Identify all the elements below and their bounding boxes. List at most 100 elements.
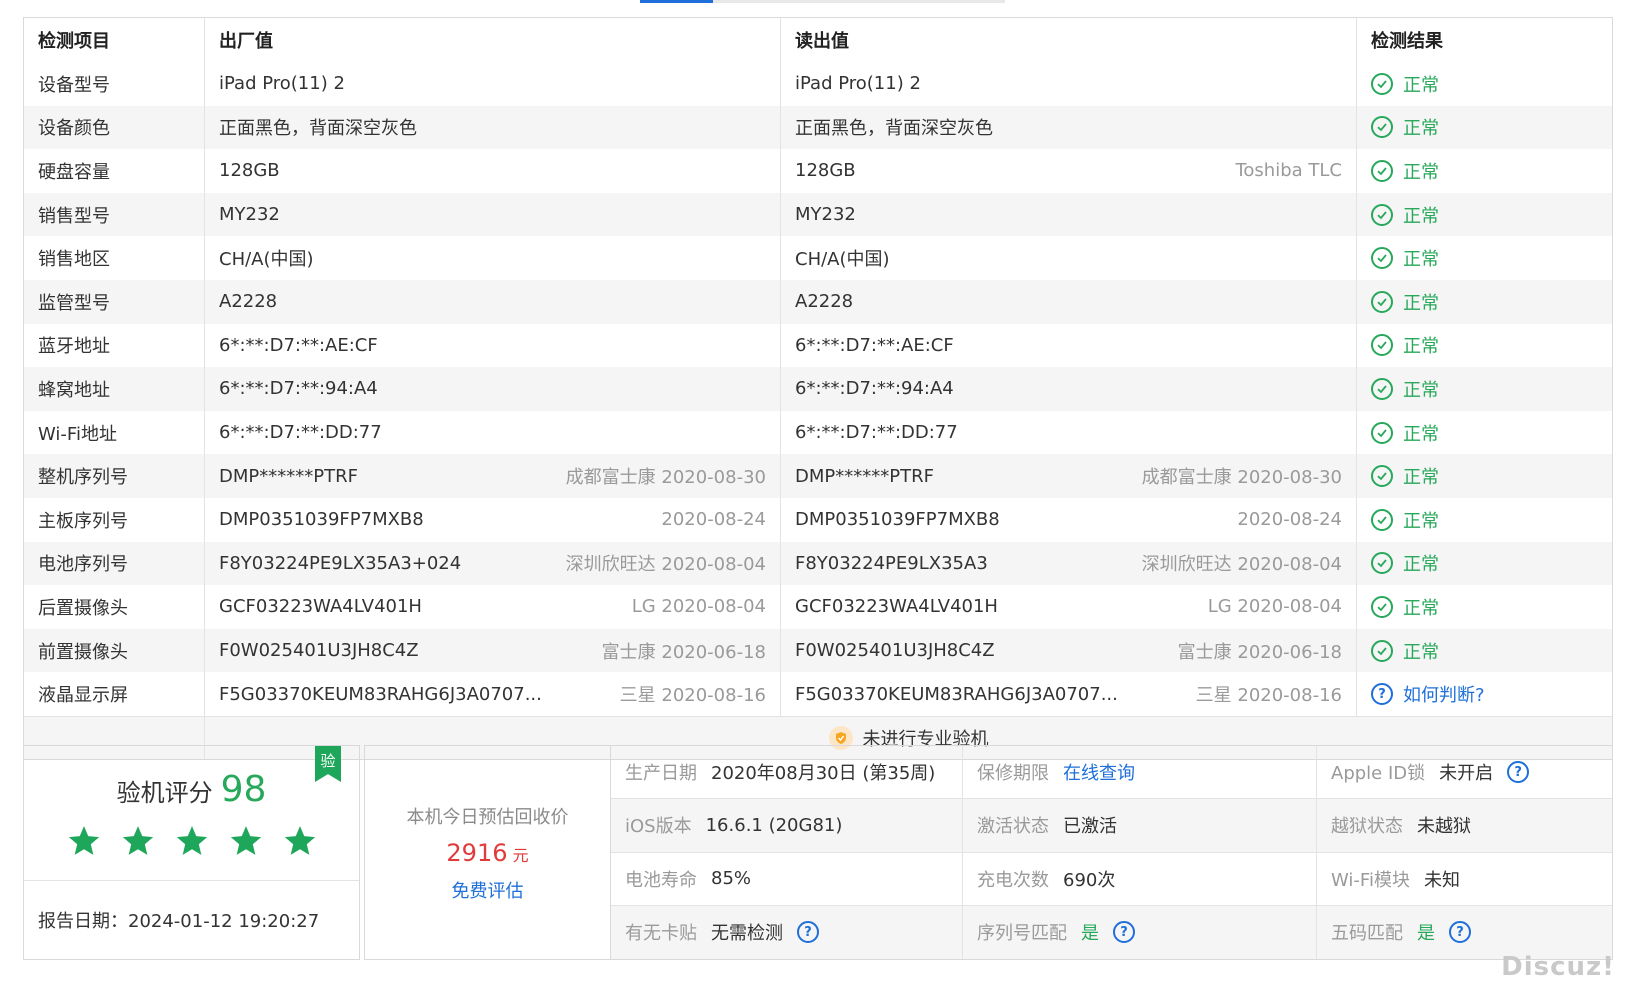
factory-value-cell-value: CH/A(中国) [219,249,314,271]
result-ok: 正常 [1371,463,1439,489]
result-text: 正常 [1403,597,1439,619]
result-cell: 正常 [1357,629,1612,673]
result-cell: 正常 [1357,585,1612,629]
factory-value-cell: F8Y03224PE9LX35A3+024 深圳欣旺达 2020-08-04 [205,541,781,586]
result-text: 正常 [1403,205,1439,227]
read-value-cell: iPad Pro(11) 2 [781,62,1357,106]
row-item: 蓝牙地址 [24,323,205,368]
result-text: 正常 [1403,641,1439,663]
table-row: 主板序列号 DMP0351039FP7MXB8 2020-08-24 DMP03510… [24,497,1612,542]
info-activation: 激活状态 已激活 [963,799,1317,853]
table-row: 后置摄像头 GCF03223WA4LV401H LG 2020-08-04 GCF03… [24,585,1612,629]
score-main: 验机评分 98 [24,746,359,881]
price-value: 2916 [446,838,508,867]
factory-value-cell: DMP0351039FP7MXB8 2020-08-24 [205,497,781,542]
table-row: 销售地区 CH/A(中国) CH/A(中国) 正常 [24,236,1612,280]
table-row: 设备型号 iPad Pro(11) 2 iPad Pro(11) 2 正常 [24,62,1612,106]
check-circle-icon [1371,290,1393,313]
table-row: 电池序列号 F8Y03224PE9LX35A3+024 深圳欣旺达 2020-08-… [24,541,1612,586]
read-value-cell-value: iPad Pro(11) 2 [795,73,921,95]
check-circle-icon [1371,116,1393,139]
factory-value-cell: 6*:**:D7:**:AE:CF [205,323,781,368]
info-label: 有无卡贴 [625,923,697,945]
info-label: Apple ID锁 [1331,763,1426,785]
read-value-cell-value: 6*:**:D7:**:DD:77 [795,422,958,444]
result-text: 正常 [1403,292,1439,314]
read-value-cell-value: F5G03370KEUM83RAHG6J3A0707... [795,683,1118,705]
top-tab-active-indicator[interactable] [640,0,713,3]
read-value-cell-value: F8Y03224PE9LX35A3 [795,552,988,574]
factory-value-cell: MY232 [205,192,781,237]
info-value: 是 [1081,923,1099,945]
star-icon [68,825,99,855]
table-body: 设备型号 iPad Pro(11) 2 iPad Pro(11) 2 正常 设备颜色 正面… [24,62,1612,716]
factory-value-cell: F0W025401U3JH8C4Z 富士康 2020-06-18 [205,628,781,673]
info-label: Wi-Fi模块 [1331,869,1410,891]
result-ok: 正常 [1371,332,1439,358]
table-header: 检测项目 出厂值 读出值 检测结果 [24,18,1612,62]
table-row: 销售型号 MY232 MY232 正常 [24,192,1612,237]
info-jailbreak: 越狱状态 未越狱 [1317,799,1612,853]
check-circle-icon [1371,203,1393,226]
summary-panel: 验 验机评分 98 报告日期：2024-01-12 19:20:27 本机今日预… [23,745,1613,960]
info-sticker: 有无卡贴 无需检测 ? [611,905,963,959]
factory-value-cell-value: 6*:**:D7:**:DD:77 [219,422,382,444]
info-production-date: 生产日期 2020年08月30日 (第35周) [611,746,963,800]
result-text: 正常 [1403,467,1439,489]
row-item: 设备颜色 [24,105,205,150]
table-row: 监管型号 A2228 A2228 正常 [24,279,1612,324]
factory-value-cell-value: F0W025401U3JH8C4Z [219,640,419,662]
result-ok: 正常 [1371,202,1439,228]
info-serial-match: 序列号匹配 是 ? [963,905,1317,959]
factory-value-cell-meta: LG 2020-08-04 [631,596,766,618]
score-label: 验机评分 [116,778,213,807]
read-value-cell: F5G03370KEUM83RAHG6J3A0707... 三星 2020-08-… [781,672,1357,716]
question-icon[interactable]: ? [1449,921,1471,944]
factory-value-cell: 6*:**:D7:**:94:A4 [205,367,781,411]
question-icon[interactable]: ? [1507,761,1530,784]
result-text: 如何判断? [1403,685,1485,707]
result-cell: 正常 [1357,149,1612,193]
info-warranty: 保修期限 在线查询 [963,746,1317,800]
report-date: 报告日期：2024-01-12 19:20:27 [38,911,320,932]
result-ok: 正常 [1371,507,1439,533]
info-value: 未越狱 [1417,816,1471,838]
question-icon[interactable]: ? [1113,921,1135,944]
result-ok: 正常 [1371,245,1439,271]
row-item: 蜂窝地址 [24,367,205,411]
result-how-to-judge[interactable]: ? 如何判断? [1371,681,1485,707]
price-label: 本机今日预估回收价 [406,806,569,828]
info-wifi: Wi-Fi模块 未知 [1317,853,1612,906]
result-cell: 正常 [1357,498,1612,542]
read-value-cell-value: 6*:**:D7:**:94:A4 [795,378,954,400]
info-value: 已激活 [1063,816,1117,838]
price-unit: 元 [512,845,529,865]
row-item: 销售型号 [24,192,205,237]
result-ok: 正常 [1371,594,1439,620]
header-result: 检测结果 [1371,31,1443,52]
read-value-cell-value: DMP******PTRF [795,465,934,487]
table-row: 整机序列号 DMP******PTRF 成都富士康 2020-08-30 DMP***… [24,454,1612,498]
result-cell: 正常 [1357,454,1612,498]
factory-value-cell-value: GCF03223WA4LV401H [219,596,422,618]
factory-value-cell-value: 正面黑色，背面深空灰色 [219,118,417,140]
row-item: Wi-Fi地址 [24,410,205,455]
read-value-cell-meta: 成都富士康 2020-08-30 [1141,467,1342,489]
row-item: 设备型号 [24,62,205,106]
result-cell: 正常 [1357,324,1612,368]
info-value: 16.6.1 (20G81) [705,814,843,836]
result-text: 正常 [1403,161,1439,183]
read-value-cell-value: 正面黑色，背面深空灰色 [795,118,993,140]
factory-value-cell: 128GB [205,149,781,193]
info-value: 85% [711,868,752,890]
check-circle-icon [1371,639,1393,662]
table-row: 设备颜色 正面黑色，背面深空灰色 正面黑色，背面深空灰色 正常 [24,105,1612,150]
question-icon[interactable]: ? [797,921,819,944]
check-circle-icon [1371,508,1393,531]
warranty-query-link[interactable]: 在线查询 [1063,759,1135,785]
free-eval-link[interactable]: 免费评估 [452,877,524,903]
read-value-cell: DMP******PTRF 成都富士康 2020-08-30 [781,454,1357,498]
factory-value-cell: A2228 [205,279,781,324]
info-label: 充电次数 [977,869,1049,891]
check-circle-icon [1371,465,1393,488]
